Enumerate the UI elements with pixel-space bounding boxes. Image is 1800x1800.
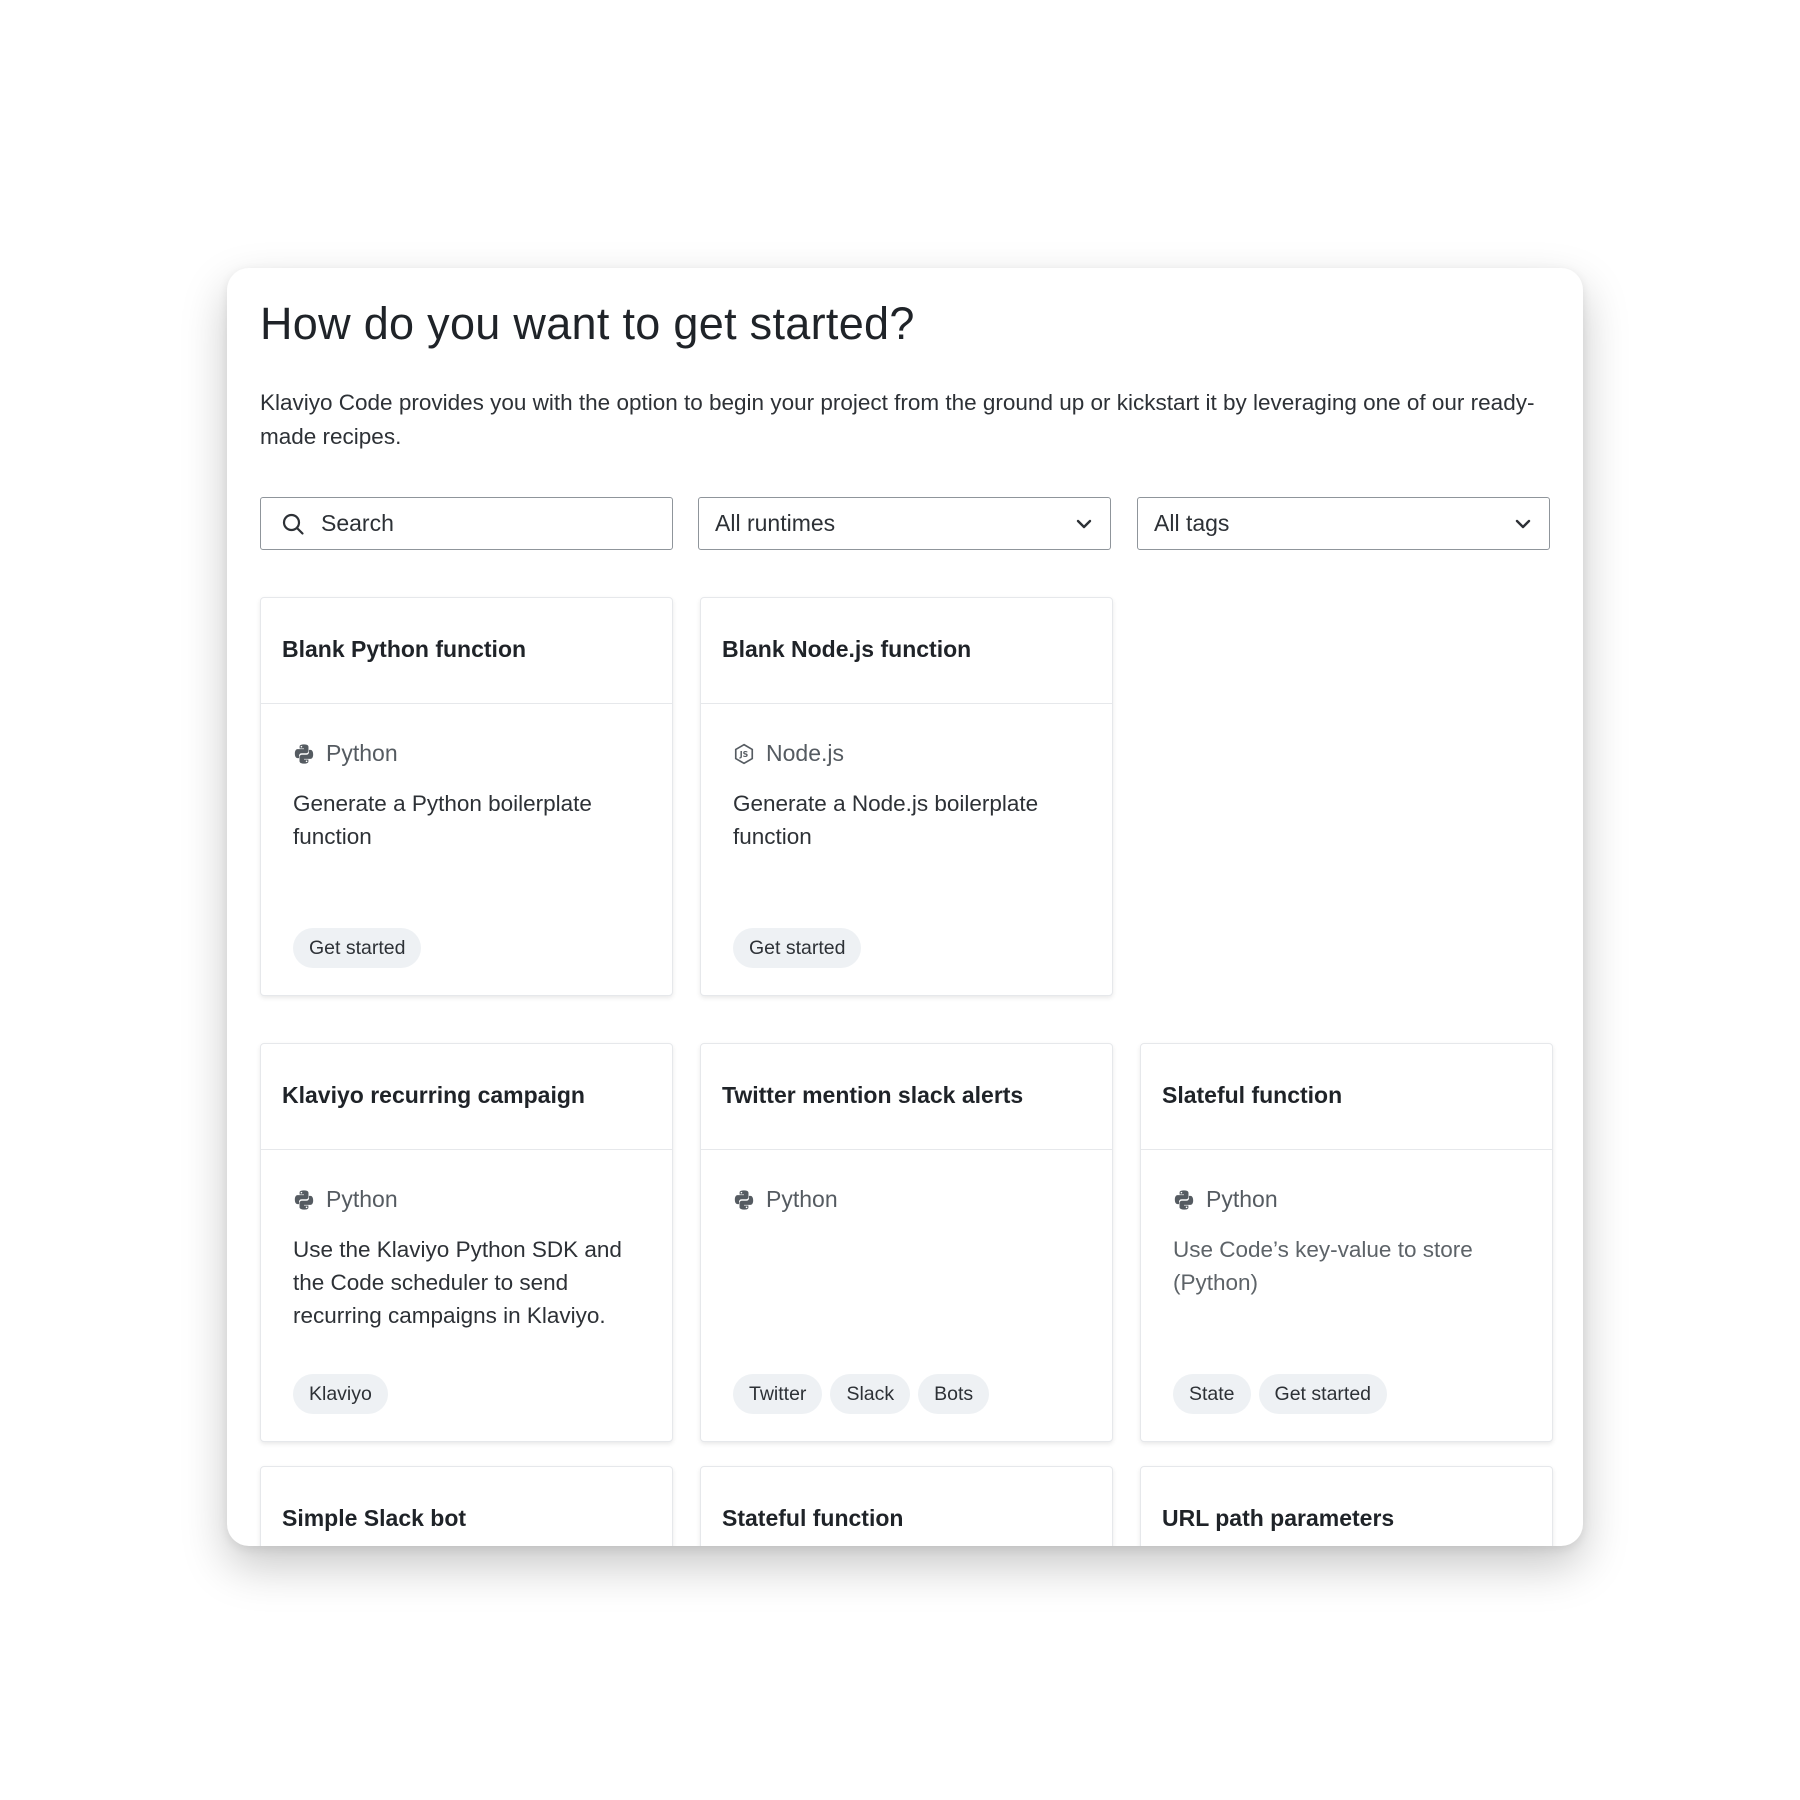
python-icon [1174, 1189, 1194, 1210]
card-description: Use Code’s key-value to store (Python) [1173, 1237, 1473, 1295]
card-title: Blank Node.js function [722, 636, 972, 662]
chevron-down-icon [1515, 519, 1531, 528]
card-tags: Get started [293, 928, 422, 968]
tag-pill[interactable]: Get started [1258, 1374, 1388, 1414]
tag-pill[interactable]: Slack [830, 1374, 911, 1414]
card-runtime-label: Python [326, 740, 398, 766]
search-placeholder: Search [321, 510, 394, 536]
card-runtime: Python [1173, 1186, 1520, 1213]
tags-select[interactable]: All tags [1137, 497, 1550, 550]
runtime-select-value: All runtimes [715, 510, 836, 536]
card-runtime-label: Python [326, 1186, 398, 1212]
recipe-card-klaviyo-recurring-campaign[interactable]: Klaviyo recurring campaign Python Use th… [260, 1043, 673, 1442]
card-title: Blank Python function [282, 636, 527, 662]
card-runtime-label: Node.js [766, 740, 844, 766]
page-description: Klaviyo Code provides you with the optio… [260, 390, 1535, 449]
card-runtime: Python [293, 1186, 640, 1213]
card-body: JS Node.js Generate a Node.js boilerplat… [701, 704, 1112, 996]
tag-pill[interactable]: Twitter [733, 1374, 823, 1414]
python-icon [294, 1189, 314, 1210]
card-tags: Get started [733, 928, 862, 968]
card-title: Simple Slack bot [282, 1505, 467, 1531]
card-title: URL path parameters [1162, 1505, 1395, 1531]
card-runtime-label: Python [766, 1186, 838, 1212]
card-header: Klaviyo recurring campaign [261, 1044, 672, 1150]
tag-pill[interactable]: Klaviyo [293, 1374, 388, 1414]
page-title: How do you want to get started? [260, 298, 915, 349]
card-header: Blank Python function [261, 598, 672, 704]
card-body: Python Generate a Python boilerplate fun… [261, 704, 672, 996]
card-body: Python Use Code’s key-value to store (Py… [1141, 1150, 1552, 1442]
recipe-card-stateful-function[interactable]: Stateful function [700, 1466, 1113, 1546]
tag-pill[interactable]: State [1173, 1374, 1251, 1414]
get-started-panel: How do you want to get started? Klaviyo … [227, 268, 1583, 1546]
tag-pill[interactable]: Get started [293, 928, 422, 968]
svg-text:JS: JS [739, 750, 749, 759]
card-header: Blank Node.js function [701, 598, 1112, 704]
recipe-card-blank-nodejs[interactable]: Blank Node.js function JS Node.js Genera… [700, 597, 1113, 996]
card-runtime: JS Node.js [733, 740, 1080, 767]
recipe-card-twitter-mention-slack-alerts[interactable]: Twitter mention slack alerts Python Twit… [700, 1043, 1113, 1442]
recipe-card-slateful-function[interactable]: Slateful function Python Use Code’s key-… [1140, 1043, 1553, 1442]
chevron-down-icon [1076, 519, 1092, 528]
card-header: Simple Slack bot [261, 1467, 672, 1546]
recipe-card-url-path-parameters[interactable]: URL path parameters [1140, 1466, 1553, 1546]
card-runtime-label: Python [1206, 1186, 1278, 1212]
python-icon [734, 1189, 754, 1210]
card-tags: Klaviyo [293, 1374, 388, 1414]
card-body: Python Use the Klaviyo Python SDK and th… [261, 1150, 672, 1442]
search-icon [282, 513, 304, 535]
recipe-card-blank-python[interactable]: Blank Python function Python Generate a … [260, 597, 673, 996]
card-header: Slateful function [1141, 1044, 1552, 1150]
card-description: Generate a Node.js boilerplate function [733, 791, 1039, 849]
nodejs-icon: JS [734, 743, 754, 764]
card-description: Generate a Python boilerplate function [293, 791, 592, 849]
tags-select-value: All tags [1154, 510, 1230, 536]
card-header: Stateful function [701, 1467, 1112, 1546]
card-header: URL path parameters [1141, 1467, 1552, 1546]
runtime-select[interactable]: All runtimes [698, 497, 1111, 550]
card-body: Python Twitter Slack Bots [701, 1150, 1112, 1442]
recipe-card-simple-slack-bot[interactable]: Simple Slack bot [260, 1466, 673, 1546]
card-title: Klaviyo recurring campaign [282, 1082, 585, 1108]
card-tags: Twitter Slack Bots [733, 1374, 990, 1414]
card-description: Use the Klaviyo Python SDK and the Code … [293, 1237, 622, 1328]
tag-pill[interactable]: Bots [918, 1374, 990, 1414]
card-title: Twitter mention slack alerts [722, 1082, 1024, 1108]
card-runtime: Python [293, 740, 640, 767]
card-title: Slateful function [1162, 1082, 1343, 1108]
python-icon [294, 743, 314, 764]
card-header: Twitter mention slack alerts [701, 1044, 1112, 1150]
card-title: Stateful function [722, 1505, 904, 1531]
card-runtime: Python [733, 1186, 1080, 1213]
tag-pill[interactable]: Get started [733, 928, 862, 968]
search-input[interactable]: Search [260, 497, 673, 550]
card-tags: State Get started [1173, 1374, 1388, 1414]
